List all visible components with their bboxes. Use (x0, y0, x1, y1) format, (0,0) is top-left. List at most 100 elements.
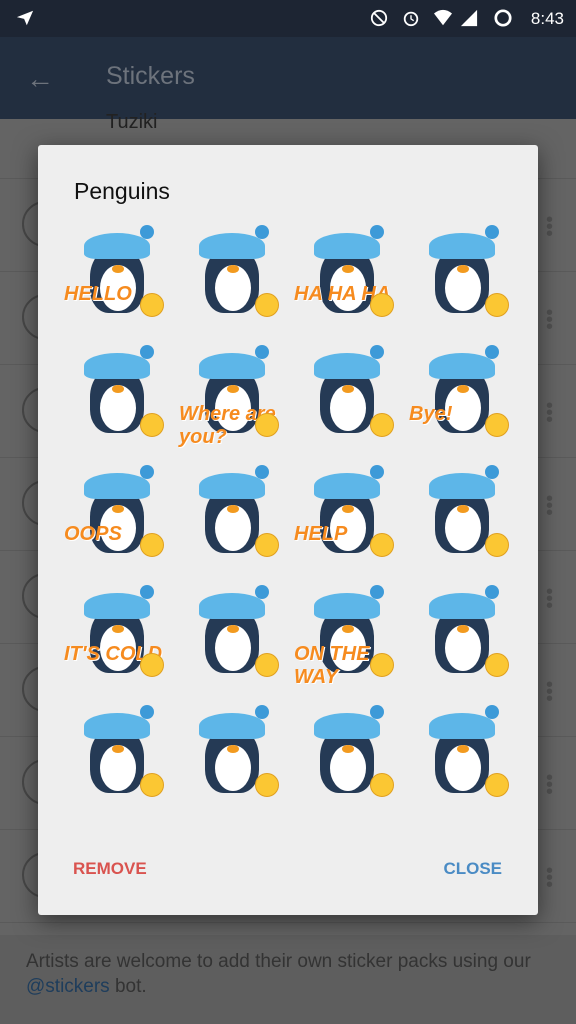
see-no-evil-monkey-emoji-icon (140, 653, 164, 677)
sticker[interactable]: HELLO (60, 215, 175, 335)
sticker[interactable] (175, 575, 290, 695)
hat-shape (199, 593, 265, 619)
sticker[interactable] (405, 695, 520, 815)
hat-shape (84, 713, 150, 739)
pompom-shape (370, 705, 384, 719)
pack-name: Tuziki (106, 111, 158, 133)
raised-hand-emoji-icon (485, 413, 509, 437)
joy-emoji-icon (370, 293, 394, 317)
sticker[interactable]: Bye! (405, 335, 520, 455)
pompom-shape (255, 585, 269, 599)
footer-text-end: bot. (109, 976, 147, 997)
more-options-icon[interactable]: • • • (546, 675, 553, 709)
pompom-shape (140, 345, 154, 359)
more-options-icon[interactable]: • • • (546, 303, 553, 337)
pompom-shape (485, 705, 499, 719)
hat-shape (314, 353, 380, 379)
remove-button[interactable]: REMOVE (73, 859, 147, 879)
sticker[interactable] (405, 455, 520, 575)
sticker-caption: OOPS (64, 523, 122, 545)
heart-eyes-emoji-icon (370, 413, 394, 437)
sticker[interactable] (405, 575, 520, 695)
sticker[interactable]: Where are you? (175, 335, 290, 455)
hat-shape (84, 233, 150, 259)
sticker[interactable]: HA HA HA (290, 215, 405, 335)
pompom-shape (370, 585, 384, 599)
sticker[interactable]: IT'S COLD (60, 575, 175, 695)
sticker[interactable] (290, 335, 405, 455)
cry-emoji-icon (255, 653, 279, 677)
hat-shape (314, 713, 380, 739)
close-button[interactable]: CLOSE (443, 859, 502, 879)
sticker[interactable]: OOPS (60, 455, 175, 575)
sticker[interactable] (405, 215, 520, 335)
sticker-caption: HELLO (64, 283, 132, 305)
telegram-icon (16, 10, 34, 26)
hat-shape (314, 473, 380, 499)
sticker[interactable] (175, 215, 290, 335)
footer-note: Artists are welcome to add their own sti… (0, 935, 576, 1024)
sticker-pack-dialog: Penguins HELLO HA HA HA Where are you? Bye!… (38, 145, 538, 915)
waving-hand-emoji-icon (140, 293, 164, 317)
hat-shape (429, 233, 495, 259)
more-options-icon[interactable]: • • • (546, 489, 553, 523)
more-options-icon[interactable]: • • • (546, 768, 553, 802)
sob-emoji-icon (255, 533, 279, 557)
hat-shape (199, 713, 265, 739)
pompom-shape (485, 225, 499, 239)
tongue-wink-emoji-icon (485, 293, 509, 317)
hat-shape (429, 353, 495, 379)
more-options-icon[interactable]: • • • (546, 861, 553, 895)
pompom-shape (370, 465, 384, 479)
hat-shape (199, 233, 265, 259)
pensive-emoji-icon (255, 413, 279, 437)
persevere-emoji-icon (485, 773, 509, 797)
pompom-shape (255, 465, 269, 479)
sticker[interactable]: HELP (290, 455, 405, 575)
disappointed-emoji-icon (485, 533, 509, 557)
more-options-icon[interactable]: • • • (546, 582, 553, 616)
more-options-icon[interactable]: • • • (546, 396, 553, 430)
hat-shape (84, 353, 150, 379)
more-options-icon[interactable]: • • • (546, 210, 553, 244)
sticker[interactable] (60, 695, 175, 815)
imp-emoji-icon (370, 773, 394, 797)
pompom-shape (140, 225, 154, 239)
scream-emoji-icon (485, 653, 509, 677)
sticker-caption: HELP (294, 523, 348, 545)
angry-emoji-icon (140, 773, 164, 797)
battery-icon (494, 9, 512, 27)
hat-shape (314, 593, 380, 619)
pompom-shape (485, 345, 499, 359)
app-bar: ← Stickers (0, 37, 576, 119)
sunglasses-emoji-icon (370, 653, 394, 677)
pompom-shape (370, 345, 384, 359)
hat-shape (429, 473, 495, 499)
sticker[interactable]: ON THE WAY (290, 575, 405, 695)
pompom-shape (140, 585, 154, 599)
pompom-shape (255, 225, 269, 239)
sticker[interactable] (175, 695, 290, 815)
footer-text: Artists are welcome to add their own sti… (26, 951, 531, 972)
hat-shape (199, 353, 265, 379)
sticker[interactable] (60, 335, 175, 455)
sweat-emoji-icon (140, 533, 164, 557)
blush-emoji-icon (255, 293, 279, 317)
sticker[interactable] (290, 695, 405, 815)
pompom-shape (255, 705, 269, 719)
hat-shape (199, 473, 265, 499)
hat-shape (429, 593, 495, 619)
page-title: Stickers (106, 62, 195, 90)
stickers-bot-link[interactable]: @stickers (26, 976, 110, 997)
status-bar: 8:43 (0, 0, 576, 37)
hat-shape (314, 233, 380, 259)
pompom-shape (255, 345, 269, 359)
dialog-title: Penguins (74, 178, 170, 204)
hat-shape (84, 593, 150, 619)
pompom-shape (140, 465, 154, 479)
sticker[interactable] (175, 455, 290, 575)
hat-shape (84, 473, 150, 499)
pompom-shape (370, 225, 384, 239)
wifi-icon (434, 9, 452, 26)
arrow-left-icon[interactable]: ← (26, 63, 54, 95)
